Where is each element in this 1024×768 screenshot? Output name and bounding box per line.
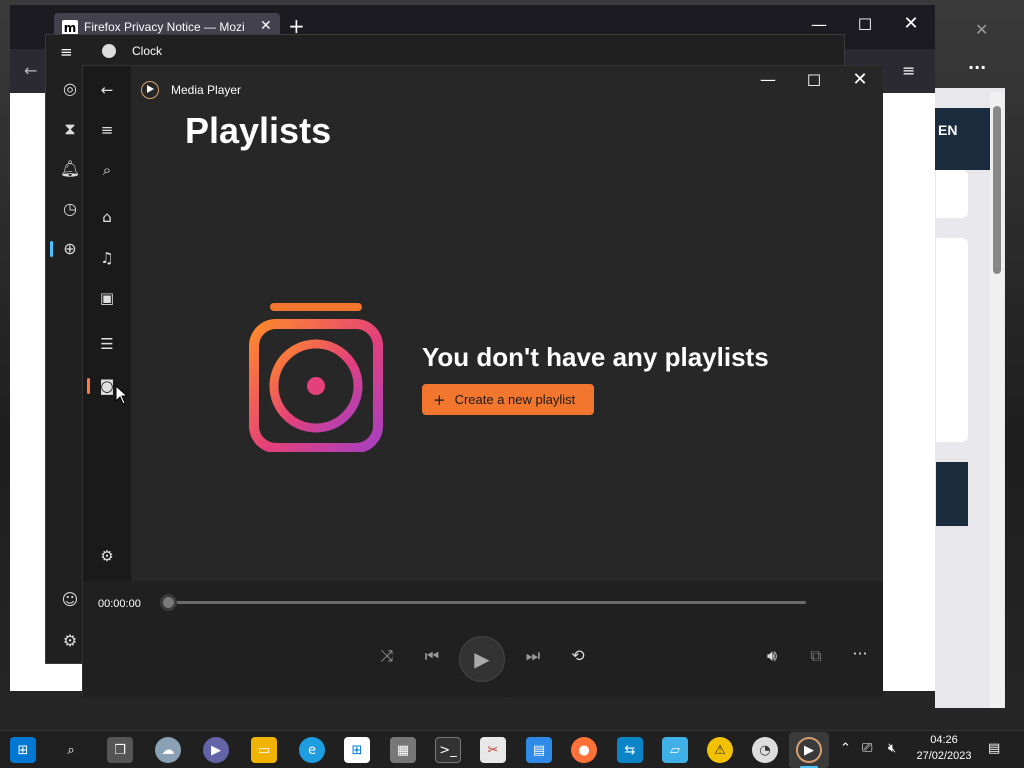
world-clock-icon[interactable]: ⊕ xyxy=(56,235,84,263)
play-queue-icon[interactable]: ☰ xyxy=(93,330,121,358)
window-title: Media Player xyxy=(171,83,242,97)
warning-app-icon[interactable]: ⚠ xyxy=(707,737,733,763)
store-icon[interactable]: ⊞ xyxy=(344,737,370,763)
empty-state-title: You don't have any playlists xyxy=(422,342,769,372)
alarm-icon[interactable]: 🔔︎ xyxy=(56,155,84,183)
search-icon[interactable]: ⌕ xyxy=(58,737,84,763)
home-icon[interactable]: ⌂ xyxy=(93,203,121,231)
taskbar: ⊞ ⌕ ❐ ☁ ▶ ▭ e ⊞ ▦ >_ ✂ ▤ ● ⇆ ▱ ⚠ ◔ ▶ ⌃ ⎚… xyxy=(0,730,1024,768)
web-card xyxy=(936,170,968,218)
back-arrow-icon[interactable]: ← xyxy=(24,61,37,80)
file-explorer-icon[interactable]: ▭ xyxy=(251,737,277,763)
previous-icon[interactable]: ⏮ xyxy=(417,641,447,671)
close-icon[interactable]: ✕ xyxy=(837,69,883,90)
hamburger-menu-icon[interactable]: ≡ xyxy=(93,116,121,144)
teams-icon[interactable]: ▶ xyxy=(203,737,229,763)
terminal-icon[interactable]: >_ xyxy=(435,737,461,763)
media-player-window: ← ≡ ⌕ ⌂ ♫ ▣ ☰ ◙ ⚙ Media Player — ☐ ✕ Pla… xyxy=(82,65,883,697)
elapsed-time: 00:00:00 xyxy=(98,598,141,610)
web-card xyxy=(936,238,968,442)
box-app-icon[interactable]: ▦ xyxy=(390,737,416,763)
selection-indicator xyxy=(87,378,90,394)
language-label[interactable]: EN xyxy=(938,122,957,138)
more-icon[interactable]: ··· xyxy=(968,58,986,77)
hamburger-menu-icon[interactable]: ≡ xyxy=(60,43,73,61)
chevron-up-icon[interactable]: ⌃ xyxy=(840,741,851,756)
minimize-icon[interactable]: — xyxy=(745,70,791,89)
snipping-tool-icon[interactable]: ✂ xyxy=(480,737,506,763)
mini-player-icon[interactable]: ⧉ xyxy=(801,641,831,671)
account-icon[interactable]: ☺ xyxy=(56,586,84,614)
back-arrow-icon[interactable]: ← xyxy=(93,76,121,104)
clock-app-icon[interactable]: ◔ xyxy=(752,737,778,763)
media-player-app-icon xyxy=(141,81,159,99)
plus-icon: + xyxy=(433,390,446,409)
seek-bar[interactable] xyxy=(168,601,806,604)
shuffle-icon[interactable]: ⤨ xyxy=(372,641,402,671)
volume-icon[interactable]: 🔊︎ xyxy=(757,641,787,671)
page-title: Playlists xyxy=(185,110,332,151)
close-icon[interactable]: ✕ xyxy=(888,13,934,34)
seek-thumb[interactable] xyxy=(160,594,177,611)
focus-sessions-icon[interactable]: ◎ xyxy=(56,75,84,103)
settings-icon[interactable]: ⚙ xyxy=(93,542,121,570)
music-library-icon[interactable]: ♫ xyxy=(93,244,121,272)
repeat-icon[interactable]: ⟲ xyxy=(563,641,593,671)
clock-date[interactable]: 27/02/2023 xyxy=(915,750,973,762)
files-app-icon[interactable]: ▱ xyxy=(662,737,688,763)
remote-desktop-icon[interactable]: ⇆ xyxy=(617,737,643,763)
settings-icon[interactable]: ⚙ xyxy=(56,627,84,655)
network-icon[interactable]: ⎚ xyxy=(862,741,872,756)
play-button[interactable]: ▶ xyxy=(459,636,505,682)
media-player-icon[interactable]: ▶ xyxy=(796,737,822,763)
create-playlist-label: Create a new playlist xyxy=(454,392,576,407)
next-icon[interactable]: ⏭ xyxy=(518,641,548,671)
maximize-icon[interactable]: ☐ xyxy=(791,71,837,90)
more-options-icon[interactable]: ··· xyxy=(845,639,875,669)
video-library-icon[interactable]: ▣ xyxy=(93,284,121,312)
task-view-icon[interactable]: ❐ xyxy=(107,737,133,763)
volume-muted-icon[interactable]: 🔇︎ xyxy=(888,741,896,756)
search-icon[interactable]: ⌕ xyxy=(93,156,121,184)
scrollbar-thumb[interactable] xyxy=(993,106,1001,274)
timer-icon[interactable]: ⧗ xyxy=(56,115,84,143)
hamburger-menu-icon[interactable]: ≡ xyxy=(902,61,915,80)
notifications-icon[interactable]: ▤ xyxy=(988,741,1000,756)
start-icon[interactable]: ⊞ xyxy=(10,737,36,763)
create-playlist-button[interactable]: + Create a new playlist xyxy=(422,384,594,415)
sidebar: ← ≡ ⌕ ⌂ ♫ ▣ ☰ ◙ ⚙ xyxy=(83,66,131,581)
maximize-icon[interactable]: ☐ xyxy=(842,15,888,34)
widgets-icon[interactable]: ☁ xyxy=(155,737,181,763)
web-card-dark xyxy=(936,462,968,526)
clock-app-icon xyxy=(102,44,116,58)
clock-time[interactable]: 04:26 xyxy=(915,734,973,746)
firefox-icon[interactable]: ● xyxy=(571,737,597,763)
stopwatch-icon[interactable]: ◷ xyxy=(56,195,84,223)
mouse-cursor-icon xyxy=(115,385,129,405)
tab-title: Firefox Privacy Notice — Mozilla xyxy=(84,20,244,34)
empty-playlists-illustration xyxy=(249,303,383,452)
close-icon[interactable]: ✕ xyxy=(975,20,988,39)
notepad-icon[interactable]: ▤ xyxy=(526,737,552,763)
window-title: Clock xyxy=(132,44,163,58)
edge-icon[interactable]: e xyxy=(299,737,325,763)
close-tab-icon[interactable]: ✕ xyxy=(260,18,272,34)
web-header-bar xyxy=(935,108,991,170)
minimize-icon[interactable]: — xyxy=(796,15,842,34)
selection-indicator xyxy=(50,241,53,257)
player-bar: 00:00:00 ⤨ ⏮ ▶ ⏭ ⟲ 🔊︎ ⧉ ··· xyxy=(83,581,883,697)
